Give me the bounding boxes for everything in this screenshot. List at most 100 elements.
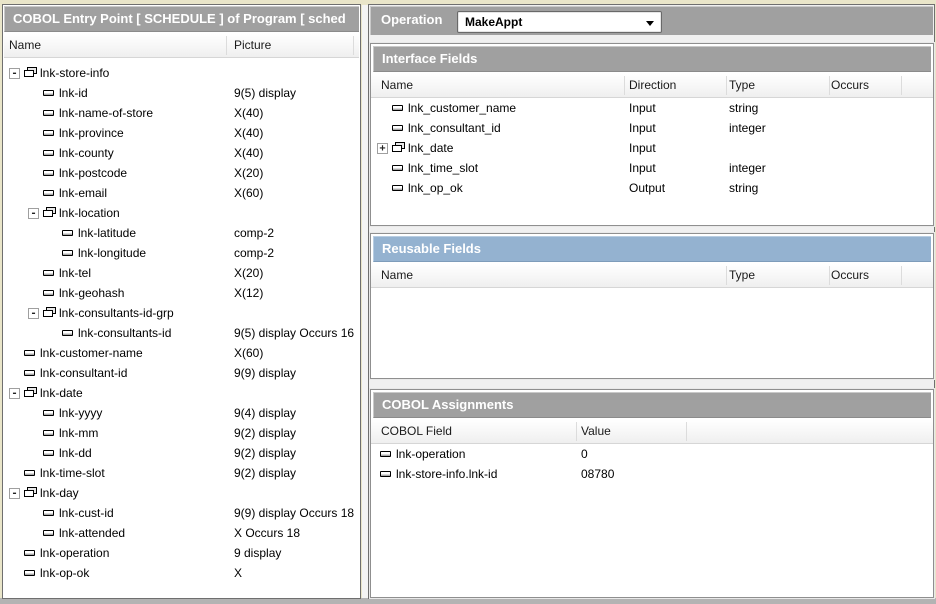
field-picture: X: [234, 566, 242, 580]
field-name: lnk-consultants-id: [78, 326, 171, 340]
field-direction: Input: [629, 141, 656, 155]
field-icon: [42, 206, 56, 220]
field-name: lnk-latitude: [78, 226, 136, 240]
column-header-picture[interactable]: Picture: [234, 38, 271, 52]
indent: [9, 333, 47, 334]
column-separator: [829, 76, 830, 95]
field-direction: Output: [629, 181, 665, 195]
field-icon: [42, 406, 56, 420]
tree-row[interactable]: lnk-province X(40): [4, 123, 359, 143]
tree-row[interactable]: lnk-id 9(5) display: [4, 83, 359, 103]
field-picture: 9(5) display: [234, 86, 296, 100]
tree-row[interactable]: lnk-cust-id 9(9) display Occurs 18: [4, 503, 359, 523]
field-icon: [391, 101, 405, 115]
interface-fields-rows: lnk_customer_name Input string lnk_consu…: [371, 98, 933, 198]
expand-collapse-icon[interactable]: -: [9, 68, 20, 79]
column-header-value[interactable]: Value: [581, 424, 611, 438]
indent: [9, 113, 28, 114]
tree-row[interactable]: lnk-operation 9 display: [4, 543, 359, 563]
tree-row[interactable]: - lnk-consultants-id-grp: [4, 303, 359, 323]
field-picture: 9(9) display: [234, 366, 296, 380]
field-icon: [23, 466, 37, 480]
indent: [9, 173, 28, 174]
field-icon: [42, 266, 56, 280]
field-name: lnk-consultant-id: [40, 366, 127, 380]
field-icon: [23, 346, 37, 360]
tree-row[interactable]: lnk-tel X(20): [4, 263, 359, 283]
field-name: lnk-dd: [59, 446, 92, 460]
column-header-direction[interactable]: Direction: [629, 78, 676, 92]
field-name: lnk_date: [408, 141, 453, 155]
field-icon: [61, 226, 75, 240]
tree-row[interactable]: lnk-consultants-id 9(5) display Occurs 1…: [4, 323, 359, 343]
column-header-name[interactable]: Name: [381, 268, 413, 282]
column-header-name[interactable]: Name: [9, 38, 41, 52]
tree-row[interactable]: - lnk-store-info: [4, 63, 359, 83]
interface-field-row[interactable]: + lnk_date Input: [371, 138, 933, 158]
operation-bar: Operation MakeAppt: [370, 6, 933, 35]
tree-row[interactable]: - lnk-date: [4, 383, 359, 403]
tree-row[interactable]: lnk-attended X Occurs 18: [4, 523, 359, 543]
field-icon: [42, 86, 56, 100]
expand-collapse-icon[interactable]: -: [28, 208, 39, 219]
indent: [9, 233, 47, 234]
interface-field-row[interactable]: lnk_op_ok Output string: [371, 178, 933, 198]
column-header-occurs[interactable]: Occurs: [831, 78, 869, 92]
tree-row[interactable]: - lnk-day: [4, 483, 359, 503]
indent: [9, 93, 28, 94]
field-picture: 9(2) display: [234, 446, 296, 460]
column-header-cobol-field[interactable]: COBOL Field: [381, 424, 452, 438]
indent: [9, 533, 28, 534]
column-header-occurs[interactable]: Occurs: [831, 268, 869, 282]
indent: [9, 253, 47, 254]
field-type: integer: [729, 121, 766, 135]
column-header-type[interactable]: Type: [729, 78, 755, 92]
interface-field-row[interactable]: lnk_customer_name Input string: [371, 98, 933, 118]
tree-row[interactable]: - lnk-location: [4, 203, 359, 223]
indent: [9, 213, 28, 214]
tree-row[interactable]: lnk-consultant-id 9(9) display: [4, 363, 359, 383]
field-picture: comp-2: [234, 246, 274, 260]
column-separator: [353, 36, 354, 55]
interface-fields-section: Interface Fields Name Direction Type Occ…: [370, 43, 934, 226]
column-header-name[interactable]: Name: [381, 78, 413, 92]
tree-row[interactable]: lnk-time-slot 9(2) display: [4, 463, 359, 483]
tree-row[interactable]: lnk-postcode X(20): [4, 163, 359, 183]
interface-field-row[interactable]: lnk_consultant_id Input integer: [371, 118, 933, 138]
field-icon: [42, 306, 56, 320]
column-separator: [901, 76, 902, 95]
field-icon: [23, 566, 37, 580]
tree-row[interactable]: lnk-op-ok X: [4, 563, 359, 583]
tree-row[interactable]: lnk-yyyy 9(4) display: [4, 403, 359, 423]
field-icon: [42, 526, 56, 540]
tree-row[interactable]: lnk-latitude comp-2: [4, 223, 359, 243]
field-picture: X(60): [234, 186, 263, 200]
tree-row[interactable]: lnk-geohash X(12): [4, 283, 359, 303]
expand-collapse-icon[interactable]: -: [9, 388, 20, 399]
field-icon: [23, 66, 37, 80]
field-icon: [23, 546, 37, 560]
tree-row[interactable]: lnk-customer-name X(60): [4, 343, 359, 363]
interface-field-row[interactable]: lnk_time_slot Input integer: [371, 158, 933, 178]
reusable-fields-column-header: Name Type Occurs: [371, 264, 933, 288]
column-separator: [686, 422, 687, 441]
tree-row[interactable]: lnk-email X(60): [4, 183, 359, 203]
expand-collapse-icon[interactable]: -: [9, 488, 20, 499]
tree-row[interactable]: lnk-name-of-store X(40): [4, 103, 359, 123]
field-picture: X(60): [234, 346, 263, 360]
expand-collapse-icon[interactable]: +: [377, 143, 388, 154]
chevron-down-icon: [646, 21, 654, 26]
interface-fields-title: Interface Fields: [373, 46, 931, 72]
cobol-assignment-row[interactable]: lnk-store-info.lnk-id 08780: [371, 464, 933, 484]
field-picture: X(40): [234, 126, 263, 140]
field-name: lnk-operation: [40, 546, 109, 560]
expand-collapse-icon[interactable]: -: [28, 308, 39, 319]
operation-select[interactable]: MakeAppt: [457, 11, 662, 33]
tree-row[interactable]: lnk-longitude comp-2: [4, 243, 359, 263]
indent: [9, 133, 28, 134]
tree-row[interactable]: lnk-dd 9(2) display: [4, 443, 359, 463]
cobol-assignment-row[interactable]: lnk-operation 0: [371, 444, 933, 464]
tree-row[interactable]: lnk-county X(40): [4, 143, 359, 163]
tree-row[interactable]: lnk-mm 9(2) display: [4, 423, 359, 443]
column-header-type[interactable]: Type: [729, 268, 755, 282]
